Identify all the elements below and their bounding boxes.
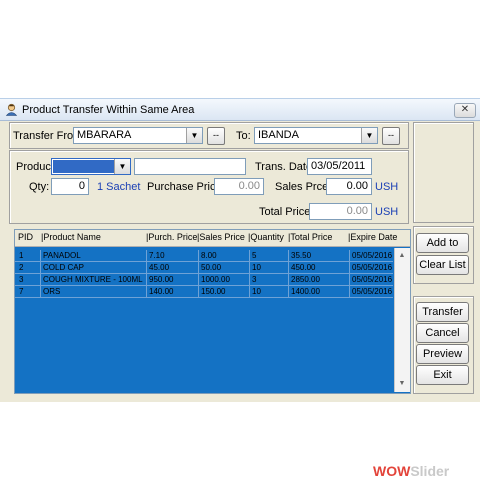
table-row[interactable]: 1 PANADOL 7.10 8.00 5 35.50 05/05/2016 [15, 250, 393, 261]
qty-field[interactable]: 0 [51, 178, 89, 195]
window-title: Product Transfer Within Same Area [22, 104, 195, 116]
table-body: 1 PANADOL 7.10 8.00 5 35.50 05/05/2016 2… [15, 248, 393, 393]
total-price-cell: 2850.00 [291, 275, 320, 284]
side-panel [413, 122, 474, 223]
purch-price-cell: 140.00 [149, 287, 174, 296]
pid-cell: 7 [19, 287, 24, 296]
sales-price-cell: 150.00 [201, 287, 226, 296]
chevron-down-icon[interactable]: ▼ [361, 128, 377, 143]
transfer-from-value: MBARARA [77, 129, 132, 141]
product-name-cell: COLD CAP [43, 263, 84, 272]
table-row[interactable]: 2 COLD CAP 45.00 50.00 10 450.00 05/05/2… [15, 262, 393, 273]
column-header[interactable]: |Purch. Price [146, 232, 197, 242]
column-header[interactable]: |Sales Price [197, 232, 245, 242]
quantity-cell: 10 [252, 263, 261, 272]
transfer-to-value: IBANDA [258, 129, 299, 141]
chevron-down-icon[interactable]: ▼ [114, 159, 130, 174]
scroll-up-icon[interactable]: ▲ [395, 249, 409, 263]
vertical-scrollbar[interactable]: ▲ ▼ [394, 248, 410, 392]
column-header[interactable]: |Expire Date [348, 232, 397, 242]
purch-price-cell: 45.00 [149, 263, 170, 272]
transfer-button[interactable]: Transfer [416, 302, 469, 322]
clear-list-button[interactable]: Clear List [416, 255, 469, 275]
cancel-button[interactable]: Cancel [416, 323, 469, 343]
transfer-to-select[interactable]: IBANDA ▼ [254, 127, 378, 144]
product-name-cell: COUGH MIXTURE - 100ML [43, 275, 143, 284]
quantity-cell: 10 [252, 287, 261, 296]
pid-cell: 3 [19, 275, 24, 284]
column-header[interactable]: |Total Price [288, 232, 332, 242]
purchase-price-field[interactable]: 0.00 [214, 178, 264, 195]
wowslider-watermark: WOWSlider [373, 463, 450, 479]
purch-price-cell: 950.00 [149, 275, 174, 284]
transfer-from-more-button[interactable]: -- [207, 127, 225, 145]
pid-cell: 1 [19, 251, 24, 260]
sales-price-cell: 50.00 [201, 263, 222, 272]
preview-button[interactable]: Preview [416, 344, 469, 364]
transfer-list[interactable]: PID |Product Name |Purch. Price |Sales P… [14, 229, 411, 394]
qty-label: Qty: [29, 181, 50, 193]
table-row[interactable]: 7 ORS 140.00 150.00 10 1400.00 05/05/201… [15, 286, 393, 297]
chevron-down-icon[interactable]: ▼ [186, 128, 202, 143]
product-name-field[interactable] [134, 158, 246, 175]
expire-date-cell: 05/05/2016 [352, 275, 393, 284]
exit-button[interactable]: Exit [416, 365, 469, 385]
column-header[interactable]: |Product Name [41, 232, 101, 242]
sales-price-cell: 8.00 [201, 251, 217, 260]
quantity-cell: 5 [252, 251, 257, 260]
currency-label: USH [375, 206, 399, 218]
product-name-cell: PANADOL [43, 251, 81, 260]
product-select[interactable]: ▼ [51, 158, 131, 175]
sales-price-field[interactable]: 0.00 [326, 178, 372, 195]
expire-date-cell: 05/05/2016 [352, 263, 393, 272]
transfer-to-more-button[interactable]: -- [382, 127, 400, 145]
sales-price-cell: 1000.00 [201, 275, 230, 284]
add-to-list-button[interactable]: Add to List [416, 233, 469, 267]
product-select-highlight [53, 160, 115, 173]
total-price-cell: 1400.00 [291, 287, 320, 296]
app-icon [5, 103, 18, 116]
table-header: PID |Product Name |Purch. Price |Sales P… [15, 230, 410, 247]
purch-price-cell: 7.10 [149, 251, 165, 260]
scroll-down-icon[interactable]: ▼ [395, 377, 409, 391]
expire-date-cell: 05/05/2016 [352, 287, 393, 296]
sales-price-label: Sales Prce: [275, 181, 332, 193]
close-button[interactable]: ✕ [454, 103, 476, 118]
table-row[interactable]: 3 COUGH MIXTURE - 100ML 950.00 1000.00 3… [15, 274, 393, 285]
total-price-field[interactable]: 0.00 [309, 203, 372, 220]
total-price-label: Total Price: [259, 206, 314, 218]
total-price-cell: 35.50 [291, 251, 312, 260]
trans-date-field[interactable]: 03/05/2011 [307, 158, 372, 175]
total-price-cell: 450.00 [291, 263, 316, 272]
purchase-price-label: Purchase Price: [147, 181, 225, 193]
transfer-from-select[interactable]: MBARARA ▼ [73, 127, 203, 144]
currency-label: USH [375, 181, 399, 193]
transfer-to-label: To: [236, 130, 251, 142]
column-header[interactable]: |Quantity [248, 232, 284, 242]
pid-cell: 2 [19, 263, 24, 272]
unit-label: 1 Sachet [97, 181, 141, 193]
quantity-cell: 3 [252, 275, 257, 284]
expire-date-cell: 05/05/2016 [352, 251, 393, 260]
column-header[interactable]: PID [18, 232, 33, 242]
product-name-cell: ORS [43, 287, 61, 296]
